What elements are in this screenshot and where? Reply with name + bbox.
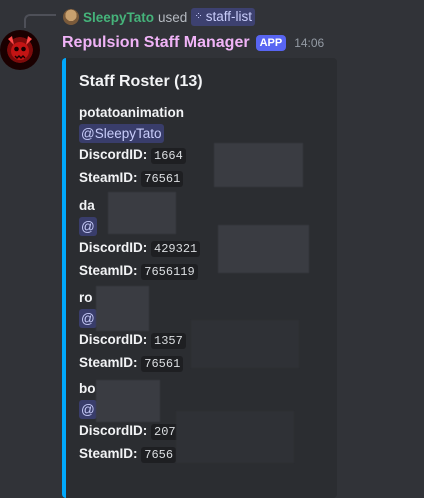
steam-id-value: 7656119 bbox=[141, 264, 198, 280]
redaction-block bbox=[218, 225, 309, 273]
discord-id-field: DiscordID: 1664 bbox=[79, 144, 186, 167]
redaction-block bbox=[191, 320, 299, 368]
command-interaction-header: SleepyTato used ⁘ staff-list bbox=[63, 8, 255, 26]
redaction-block bbox=[176, 411, 294, 463]
discord-id-field: DiscordID: 207 bbox=[79, 420, 179, 443]
staff-roster-embed: Staff Roster (13) potatoanimation @Sleep… bbox=[62, 58, 337, 498]
slash-command-chip[interactable]: ⁘ staff-list bbox=[191, 8, 255, 26]
steam-id-field: SteamID: 76561 bbox=[79, 167, 186, 190]
reply-connector bbox=[24, 14, 56, 28]
redaction-block bbox=[108, 192, 176, 234]
discord-id-value: 1664 bbox=[151, 148, 186, 164]
slash-command-name: staff-list bbox=[205, 9, 252, 24]
staff-name: potatoanimation bbox=[79, 105, 184, 120]
interaction-username[interactable]: SleepyTato bbox=[83, 10, 154, 25]
embed-title: Staff Roster (13) bbox=[79, 73, 203, 90]
steam-id-field: SteamID: 76561 bbox=[79, 352, 186, 375]
discord-id-field: DiscordID: 1357 bbox=[79, 329, 186, 352]
steam-id-value: 7656 bbox=[141, 447, 177, 463]
steam-id-value: 76561 bbox=[141, 356, 184, 372]
redaction-block bbox=[214, 143, 303, 187]
discord-id-value: 429321 bbox=[151, 241, 201, 257]
app-badge: APP bbox=[255, 35, 287, 51]
slash-command-icon: ⁘ bbox=[194, 11, 203, 22]
staff-mention[interactable]: @SleepyTato bbox=[79, 124, 164, 143]
staff-mention[interactable]: @ bbox=[79, 217, 97, 236]
interaction-used-text: used bbox=[158, 9, 188, 25]
redaction-block bbox=[96, 380, 160, 422]
discord-id-field: DiscordID: 429321 bbox=[79, 237, 201, 260]
bot-username[interactable]: Repulsion Staff Manager bbox=[62, 34, 250, 52]
demon-skull-icon bbox=[8, 36, 32, 60]
steam-id-field: SteamID: 7656 bbox=[79, 443, 179, 466]
user-avatar-small[interactable] bbox=[63, 9, 79, 25]
staff-mention[interactable]: @ bbox=[79, 309, 97, 328]
discord-id-value: 1357 bbox=[151, 333, 186, 349]
discord-id-value: 207 bbox=[151, 424, 179, 440]
message-header: Repulsion Staff Manager APP 14:06 bbox=[62, 34, 324, 52]
steam-id-value: 76561 bbox=[141, 171, 184, 187]
staff-mention[interactable]: @ bbox=[79, 400, 97, 419]
message-timestamp[interactable]: 14:06 bbox=[294, 36, 324, 50]
steam-id-field: SteamID: 7656119 bbox=[79, 260, 200, 283]
bot-avatar[interactable] bbox=[0, 30, 40, 70]
redaction-block bbox=[96, 286, 149, 331]
staff-entry: potatoanimation @SleepyTato DiscordID: 1… bbox=[79, 102, 186, 190]
